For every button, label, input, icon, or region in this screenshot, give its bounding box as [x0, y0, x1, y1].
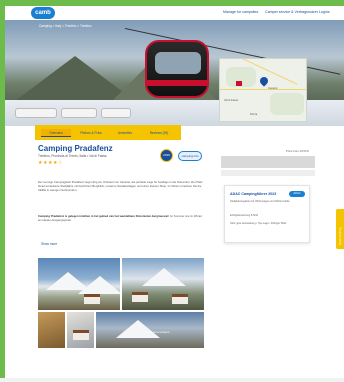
campsite-title: Camping Pradafenz — [38, 144, 113, 153]
map-pin-icon[interactable] — [258, 75, 270, 87]
map-area — [270, 93, 304, 115]
card-text: Stellplatzangaben für Wohnwagen und Wohn… — [230, 200, 290, 203]
partner-badge: camping.info — [178, 151, 202, 161]
gondola-cabin — [145, 40, 209, 98]
house-shape — [172, 294, 188, 304]
card-title: ADAC Campingführer 2023 — [230, 192, 277, 196]
adac-logo: ADAC — [289, 191, 305, 197]
map-road — [220, 89, 306, 90]
hero-image: Camping > Italy > Trentino > Trentino Va… — [5, 20, 344, 126]
nav-link-login[interactable]: Camper service & Vertragsnutzer Logins — [265, 10, 330, 14]
card-text: Sehr gute Ausstattung • Top-Lage • Ruhig… — [230, 222, 287, 225]
camper-van — [15, 108, 57, 118]
camper-van — [101, 108, 131, 118]
booking-subbar — [221, 170, 315, 176]
house-shape — [73, 330, 89, 340]
site-logo[interactable]: camb — [31, 7, 55, 19]
nav-link-campsites[interactable]: Manage for campsites — [223, 10, 258, 14]
gallery-photo[interactable] — [67, 312, 94, 348]
snow-peak — [142, 268, 186, 286]
quick-booking-label: Quick booking — [338, 227, 342, 245]
campsite-location: Trentino, Provincia di Trento, Italia • … — [38, 154, 107, 158]
card-text: Erfolgsbewertung 8.5/10 — [230, 214, 259, 217]
snow-peak — [116, 320, 160, 338]
gondola-window — [155, 52, 201, 74]
tab-reviews[interactable]: Reviews (35) — [143, 129, 175, 137]
snow-peak — [78, 276, 120, 294]
map-marker-icon — [236, 81, 242, 86]
rating-stars: ★★★★☆ — [38, 160, 63, 166]
tab-amenities[interactable]: Amenities — [111, 129, 139, 137]
camper-van — [61, 108, 97, 118]
quick-booking-tab[interactable]: Quick booking — [336, 209, 344, 249]
gallery-photo[interactable] — [122, 258, 204, 310]
price-label: Price from 19,50 € — [286, 149, 309, 153]
map-label: Canazei — [268, 87, 278, 90]
photo-gallery: + 23 more photos — [38, 258, 204, 348]
gallery-photo[interactable] — [38, 312, 65, 348]
map-label: Pozza — [250, 113, 258, 116]
house-shape — [84, 294, 100, 304]
more-photos-link[interactable]: + 23 more photos — [146, 330, 169, 334]
award-badge: 2019 — [160, 149, 173, 162]
tab-pitches[interactable]: Pitches & Price — [75, 129, 107, 137]
show-more-link[interactable]: Show more — [41, 242, 57, 246]
adac-card[interactable]: ADAC Campingführer 2023 ADAC Stellplatza… — [224, 185, 310, 243]
house-shape — [132, 292, 148, 302]
gallery-photo[interactable] — [38, 258, 120, 310]
location-map[interactable]: Val di Fassa Canazei Pozza — [219, 58, 307, 122]
frame-bottom — [0, 378, 344, 382]
tab-bar: Overview Pitches & Price Amenities Revie… — [35, 125, 181, 140]
tab-overview[interactable]: Overview — [41, 129, 71, 137]
gondola-stripe — [147, 80, 207, 86]
description-paragraph-2: Camping Pradafenz is gelegen inmitten in… — [38, 214, 204, 222]
page: camb Manage for campsites Camper service… — [5, 6, 344, 378]
site-header: camb Manage for campsites Camper service… — [5, 6, 344, 20]
breadcrumb[interactable]: Camping > Italy > Trentino > Trentino — [39, 24, 92, 28]
description-paragraph: Der sonnige Campingplatz Pradafenz liegt… — [38, 180, 203, 193]
map-label: Val di Fassa — [224, 99, 239, 102]
booking-button[interactable] — [221, 156, 315, 168]
